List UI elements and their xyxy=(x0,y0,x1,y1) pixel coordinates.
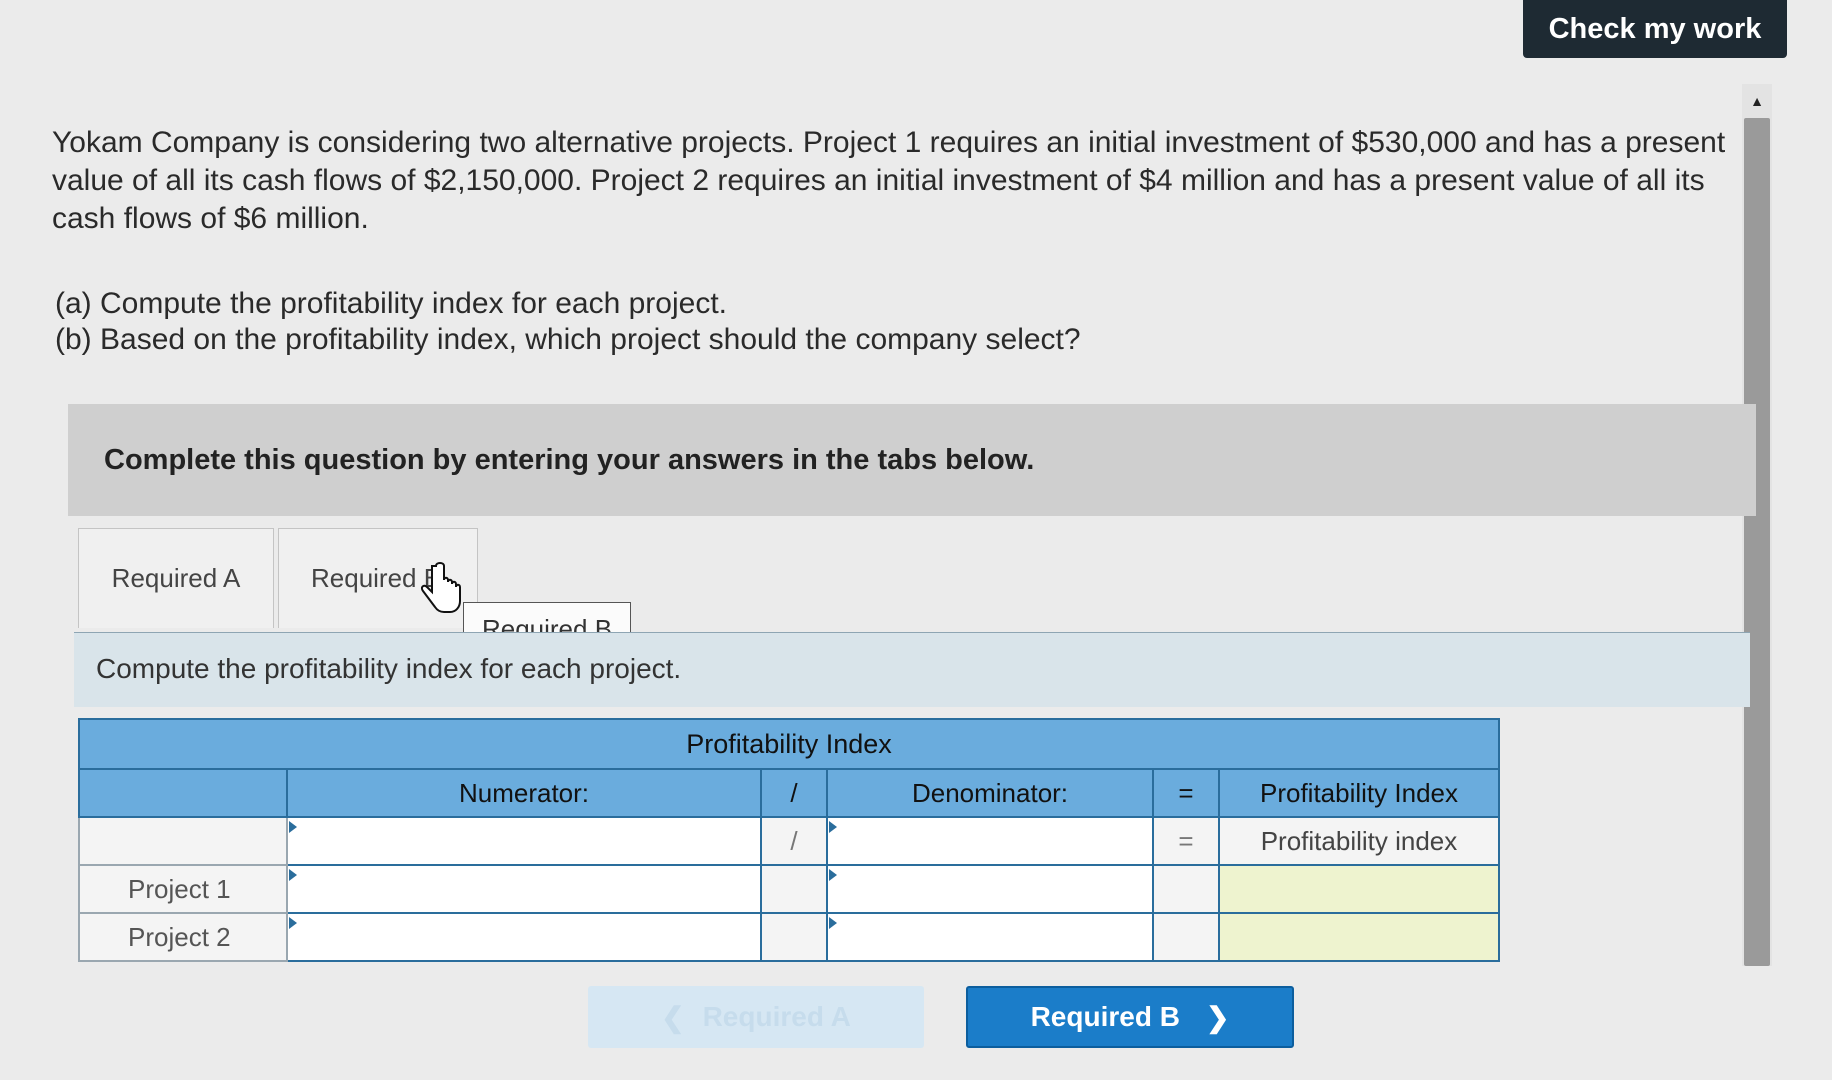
tab-content-panel: Compute the profitability index for each… xyxy=(74,632,1750,707)
question-part-a: (a) Compute the profitability index for … xyxy=(55,287,727,320)
project-2-denominator-input[interactable] xyxy=(826,912,1154,962)
profitability-table: Profitability Index Numerator: / Denomin… xyxy=(78,718,1500,962)
prev-button-label: Required A xyxy=(702,1001,851,1032)
result-label: Profitability index xyxy=(1218,816,1500,866)
table-row: Project 2 xyxy=(78,912,1500,962)
prev-required-a-button: ❮ Required A xyxy=(588,986,924,1048)
header-divide: / xyxy=(760,768,828,818)
project-2-numerator-input[interactable] xyxy=(286,912,762,962)
row-label-project-1: Project 1 xyxy=(78,864,288,914)
scroll-up-arrow-icon[interactable]: ▲ xyxy=(1742,92,1772,110)
check-my-work-button[interactable]: Check my work xyxy=(1523,0,1787,58)
header-empty-cell xyxy=(78,768,288,818)
tab-required-a-label: Required A xyxy=(111,563,241,593)
divide-symbol xyxy=(760,864,828,914)
project-1-result-cell xyxy=(1218,864,1500,914)
equals-symbol xyxy=(1152,864,1220,914)
project-1-denominator-input[interactable] xyxy=(826,864,1154,914)
table-title: Profitability Index xyxy=(78,718,1500,770)
header-result: Profitability Index xyxy=(1218,768,1500,818)
next-button-label: Required B xyxy=(1030,1001,1180,1032)
instructions-text: Complete this question by entering your … xyxy=(104,443,1035,476)
chevron-left-icon: ❮ xyxy=(661,1001,685,1033)
equals-symbol: = xyxy=(1152,816,1220,866)
equals-symbol xyxy=(1152,912,1220,962)
hand-cursor-icon xyxy=(420,562,461,613)
row-label-empty xyxy=(78,816,288,866)
project-2-result-cell xyxy=(1218,912,1500,962)
table-row: / = Profitability index xyxy=(78,816,1500,866)
table-row: Project 1 xyxy=(78,864,1500,914)
project-1-numerator-input[interactable] xyxy=(286,864,762,914)
header-denominator: Denominator: xyxy=(826,768,1154,818)
scrollbar-thumb[interactable] xyxy=(1744,118,1770,966)
header-equals: = xyxy=(1152,768,1220,818)
tab-description: Compute the profitability index for each… xyxy=(96,653,682,684)
tab-required-a[interactable]: Required A xyxy=(78,528,274,628)
instructions-banner: Complete this question by entering your … xyxy=(68,404,1756,516)
question-prompt: Yokam Company is considering two alterna… xyxy=(52,126,1726,235)
row-label-project-2: Project 2 xyxy=(78,912,288,962)
chevron-right-icon: ❯ xyxy=(1205,1001,1230,1033)
header-numerator: Numerator: xyxy=(286,768,762,818)
denominator-input-formula[interactable] xyxy=(826,816,1154,866)
question-part-b: (b) Based on the profitability index, wh… xyxy=(55,323,1081,356)
divide-symbol: / xyxy=(760,816,828,866)
next-required-b-button[interactable]: Required B ❯ xyxy=(966,986,1294,1048)
divide-symbol xyxy=(760,912,828,962)
numerator-input-formula[interactable] xyxy=(286,816,762,866)
